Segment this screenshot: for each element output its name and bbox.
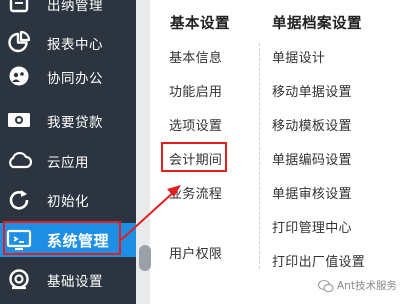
watermark: Ant技术服务 bbox=[317, 276, 397, 294]
watermark-text: Ant技术服务 bbox=[337, 279, 397, 292]
wechat-icon bbox=[317, 278, 334, 293]
annotation-arrow bbox=[120, 185, 181, 241]
